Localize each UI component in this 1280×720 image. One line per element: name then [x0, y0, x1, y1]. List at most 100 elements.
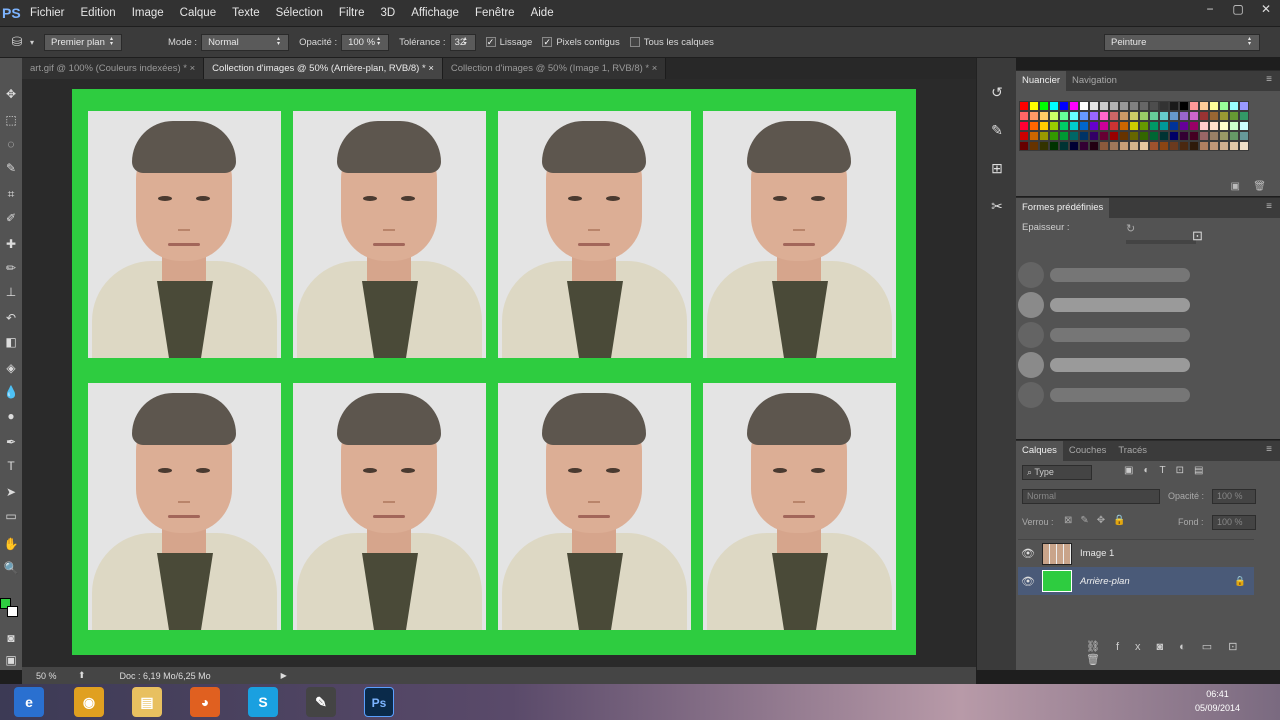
color-swatch[interactable]	[1029, 131, 1039, 141]
document-canvas[interactable]	[72, 89, 916, 655]
lasso-tool-icon[interactable]: ◌	[0, 134, 22, 154]
zoom-tool-icon[interactable]: 🔍	[0, 558, 22, 578]
quick-mask-icon[interactable]: ◙	[0, 628, 22, 648]
color-swatch[interactable]	[1179, 121, 1189, 131]
color-swatch[interactable]	[1059, 111, 1069, 121]
layer-filter-icons[interactable]: ▣◐T⊡▤	[1124, 465, 1213, 476]
color-swatch[interactable]	[1109, 141, 1119, 151]
color-swatch[interactable]	[1229, 131, 1239, 141]
menu-3d[interactable]: 3D	[372, 0, 403, 26]
color-swatch[interactable]	[1059, 121, 1069, 131]
maximize-button[interactable]: ▢	[1224, 0, 1252, 20]
color-swatch[interactable]	[1039, 121, 1049, 131]
tool-presets-icon[interactable]: ✂	[985, 194, 1009, 218]
color-swatch[interactable]	[1159, 121, 1169, 131]
color-swatch[interactable]	[1239, 141, 1249, 151]
color-swatch[interactable]	[1099, 101, 1109, 111]
color-swatch[interactable]	[1129, 121, 1139, 131]
brush-panel-icon[interactable]: ✎	[985, 118, 1009, 142]
tab-couches[interactable]: Couches	[1063, 441, 1113, 461]
menu-edition[interactable]: Edition	[73, 0, 124, 26]
clone-source-icon[interactable]: ⊞	[985, 156, 1009, 180]
color-swatch[interactable]	[1229, 141, 1239, 151]
close-tab-icon[interactable]: ×	[190, 63, 196, 74]
color-swatch[interactable]	[1069, 121, 1079, 131]
color-swatch[interactable]	[1189, 121, 1199, 131]
fill-input[interactable]: 100 %	[1212, 515, 1256, 530]
color-swatch[interactable]	[1179, 101, 1189, 111]
move-tool-icon[interactable]: ✥	[0, 84, 22, 104]
opacity-input[interactable]: 100 %	[341, 33, 390, 51]
color-swatch[interactable]	[1089, 101, 1099, 111]
panel-menu-icon[interactable]: ≡	[1266, 201, 1272, 212]
color-swatch[interactable]	[1209, 101, 1219, 111]
color-swatch[interactable]	[1159, 101, 1169, 111]
color-swatch[interactable]	[1059, 131, 1069, 141]
background-color-swatch[interactable]	[7, 606, 18, 617]
color-swatch[interactable]	[1109, 121, 1119, 131]
color-swatch[interactable]	[1139, 101, 1149, 111]
color-swatch[interactable]	[1229, 101, 1239, 111]
color-swatch[interactable]	[1099, 121, 1109, 131]
tab-traces[interactable]: Tracés	[1112, 441, 1153, 461]
workspace-select[interactable]: Peinture	[1104, 33, 1260, 51]
panel-menu-icon[interactable]: ≡	[1266, 444, 1272, 455]
photoshop-taskbar-icon[interactable]: Ps	[364, 687, 394, 717]
brush-preset-1[interactable]	[1018, 262, 1190, 288]
color-swatch[interactable]	[1079, 101, 1089, 111]
color-swatch[interactable]	[1099, 131, 1109, 141]
color-swatch[interactable]	[1159, 131, 1169, 141]
color-swatch[interactable]	[1079, 131, 1089, 141]
color-swatch[interactable]	[1049, 141, 1059, 151]
color-swatch[interactable]	[1199, 101, 1209, 111]
color-swatch[interactable]	[1189, 131, 1199, 141]
color-swatch[interactable]	[1169, 141, 1179, 151]
color-swatch[interactable]	[1189, 141, 1199, 151]
color-swatch[interactable]	[1169, 121, 1179, 131]
paint-bucket-tool-icon[interactable]: ⛁	[6, 34, 28, 50]
color-swatch[interactable]	[1119, 101, 1129, 111]
export-icon[interactable]: ⬆	[78, 670, 86, 681]
menu-fichier[interactable]: Fichier	[22, 0, 73, 26]
new-swatch-icon[interactable]: ▣	[1231, 181, 1240, 192]
dodge-tool-icon[interactable]: ●	[0, 406, 22, 426]
color-swatch[interactable]	[1039, 131, 1049, 141]
fill-source-select[interactable]: Premier plan	[44, 33, 123, 51]
color-swatch[interactable]	[1239, 101, 1249, 111]
color-swatch[interactable]	[1199, 111, 1209, 121]
color-swatch[interactable]	[1019, 141, 1029, 151]
close-button[interactable]: ✕	[1252, 0, 1280, 20]
color-swatch[interactable]	[1069, 111, 1079, 121]
app-icon[interactable]: ✎	[306, 687, 336, 717]
color-swatch[interactable]	[1019, 131, 1029, 141]
color-swatch[interactable]	[1029, 141, 1039, 151]
color-swatch[interactable]	[1229, 121, 1239, 131]
skype-icon[interactable]: S	[248, 687, 278, 717]
color-swatch[interactable]	[1119, 121, 1129, 131]
visibility-eye-icon[interactable]: 👁	[1018, 575, 1038, 588]
clone-stamp-tool-icon[interactable]: ⊥	[0, 282, 22, 302]
color-swatch[interactable]	[1149, 131, 1159, 141]
color-swatch[interactable]	[1139, 121, 1149, 131]
color-swatch[interactable]	[1209, 141, 1219, 151]
color-swatch[interactable]	[1169, 101, 1179, 111]
color-swatch[interactable]	[1089, 141, 1099, 151]
color-swatch[interactable]	[1239, 131, 1249, 141]
folder-icon[interactable]: ⊡	[1192, 228, 1203, 244]
color-swatch[interactable]	[1119, 131, 1129, 141]
reset-icon[interactable]: ↻	[1126, 222, 1135, 235]
color-swatch[interactable]	[1219, 121, 1229, 131]
blur-tool-icon[interactable]: 💧	[0, 382, 22, 402]
panel-menu-icon[interactable]: ≡	[1266, 74, 1272, 85]
color-swatch[interactable]	[1129, 141, 1139, 151]
color-swatch[interactable]	[1109, 131, 1119, 141]
color-swatch[interactable]	[1219, 111, 1229, 121]
color-swatch[interactable]	[1209, 131, 1219, 141]
color-swatch[interactable]	[1079, 111, 1089, 121]
rectangle-tool-icon[interactable]: ▭	[0, 506, 22, 526]
color-swatch[interactable]	[1169, 131, 1179, 141]
status-menu-icon[interactable]: ▶	[281, 671, 287, 680]
blend-mode-select[interactable]: Normal	[1022, 489, 1160, 504]
color-swatch[interactable]	[1239, 111, 1249, 121]
color-swatch[interactable]	[1109, 111, 1119, 121]
